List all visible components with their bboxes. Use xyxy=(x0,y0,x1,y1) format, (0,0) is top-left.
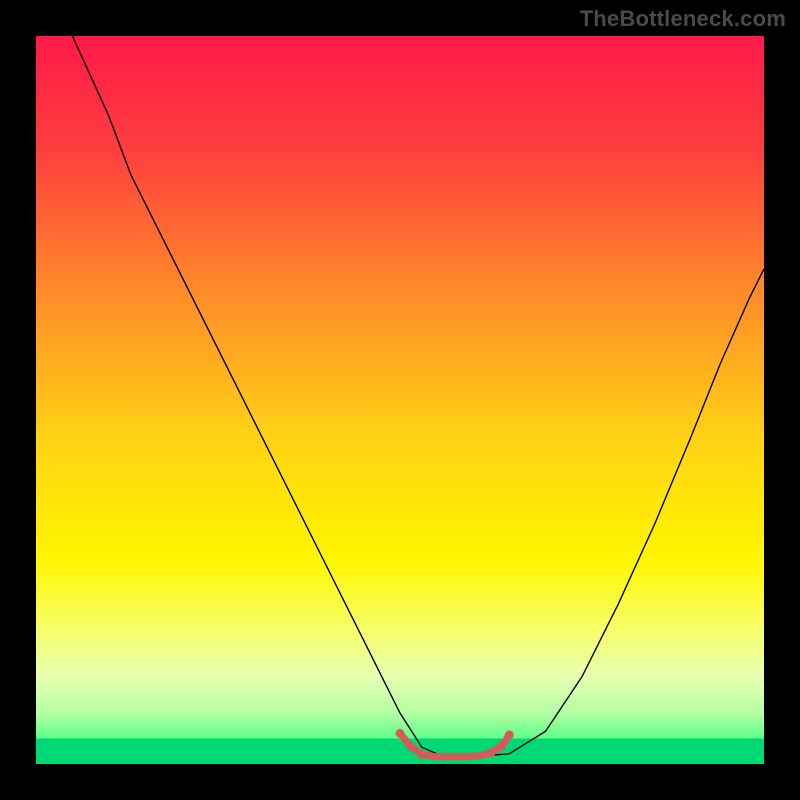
valley-dot xyxy=(505,730,514,739)
valley-dot xyxy=(487,748,496,757)
watermark-label: TheBottleneck.com xyxy=(580,6,786,32)
chart-frame: TheBottleneck.com xyxy=(0,0,800,800)
valley-dot xyxy=(497,741,506,750)
curve-layer xyxy=(36,36,764,764)
main-curve xyxy=(72,36,764,757)
valley-dot xyxy=(396,729,405,738)
valley-dot xyxy=(417,750,426,759)
valley-dot xyxy=(406,742,415,751)
plot-area xyxy=(36,36,764,764)
